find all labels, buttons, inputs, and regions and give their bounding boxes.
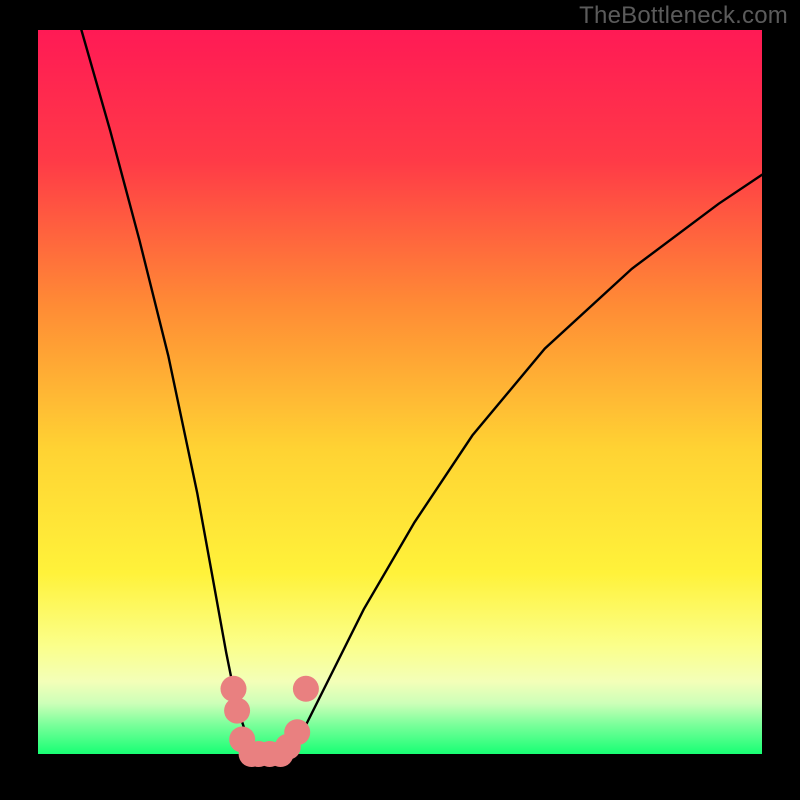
plot-area [38,30,762,754]
watermark-text: TheBottleneck.com [579,2,788,30]
highlight-point [284,719,310,745]
highlight-point [221,676,247,702]
highlight-point [224,698,250,724]
chart-container: TheBottleneck.com [0,0,800,800]
chart-svg [0,0,800,800]
highlight-point [293,676,319,702]
